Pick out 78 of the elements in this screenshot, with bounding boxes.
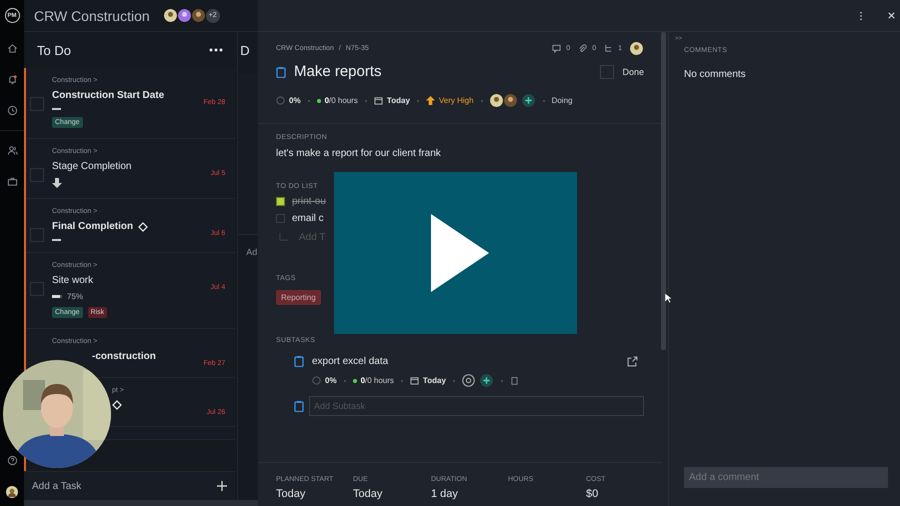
plus-icon xyxy=(217,481,228,491)
more-icon[interactable] xyxy=(209,48,224,52)
card-title: Final Completion xyxy=(52,221,134,232)
priority-value[interactable]: Very High xyxy=(438,96,474,105)
field-value[interactable]: Today xyxy=(353,488,431,500)
task-checkbox[interactable] xyxy=(30,97,44,111)
cursor-icon xyxy=(665,293,672,304)
card-title: -construction xyxy=(92,351,156,362)
comment-icon xyxy=(552,44,562,53)
assignee-avatar[interactable] xyxy=(504,94,517,107)
column-title: To Do xyxy=(37,42,71,58)
hierarchy-icon xyxy=(604,44,614,53)
status-dot xyxy=(352,378,357,382)
paperclip-icon xyxy=(578,44,588,53)
more-icon[interactable] xyxy=(859,10,863,20)
add-task-button[interactable]: Add a Task xyxy=(24,471,236,500)
close-icon[interactable] xyxy=(887,11,896,20)
column-title: D xyxy=(239,42,251,58)
progress-value[interactable]: 0% xyxy=(289,96,301,105)
hours-value[interactable]: 0/0 hours xyxy=(324,96,358,105)
todo-text[interactable]: print-ou xyxy=(292,196,326,207)
card-title: Construction Start Date xyxy=(52,90,164,101)
member-avatar[interactable] xyxy=(164,8,177,22)
elbow-icon xyxy=(279,233,288,242)
task-checkbox[interactable] xyxy=(30,282,44,296)
play-button[interactable] xyxy=(334,172,577,334)
briefcase-icon[interactable] xyxy=(6,176,18,187)
add-assignee-icon[interactable] xyxy=(522,94,535,107)
up-arrow-icon xyxy=(426,96,435,105)
dash-icon xyxy=(52,107,62,111)
down-arrow-icon xyxy=(52,178,62,188)
subtask-title[interactable]: export excel data xyxy=(312,356,388,366)
assignee-avatar[interactable] xyxy=(630,42,643,55)
progress-value[interactable]: 0% xyxy=(325,376,337,385)
progress-ring-icon xyxy=(276,96,285,105)
progress-bar xyxy=(52,295,62,298)
card-progress: 75% xyxy=(67,292,84,301)
status-dot xyxy=(316,98,321,102)
clock-icon[interactable] xyxy=(6,105,18,116)
description-text[interactable]: let's make a report for our client frank xyxy=(276,148,644,159)
add-assignee-icon[interactable] xyxy=(480,374,493,387)
dash-icon xyxy=(52,238,62,242)
project-title: CRW Construction xyxy=(34,8,150,24)
assignee-avatar[interactable] xyxy=(490,94,503,107)
todo-text[interactable]: email c xyxy=(292,213,324,224)
status-value[interactable]: Doing xyxy=(552,96,572,105)
due-value[interactable]: Today xyxy=(422,376,446,385)
calendar-icon xyxy=(410,376,419,385)
card-title: Stage Completion xyxy=(52,161,132,172)
user-icon[interactable] xyxy=(462,374,475,387)
comment-field[interactable]: Add a comment xyxy=(684,467,888,488)
task-checkbox[interactable] xyxy=(30,228,44,242)
progress-ring-icon xyxy=(312,376,321,385)
empty-message: No comments xyxy=(684,69,747,80)
field-value[interactable]: 1 day xyxy=(431,488,508,500)
add-task-button[interactable]: Ad xyxy=(238,235,258,257)
play-icon xyxy=(430,214,488,292)
people-icon[interactable] xyxy=(6,145,18,156)
task-title[interactable]: Make reports xyxy=(294,63,382,80)
calendar-icon xyxy=(374,96,383,105)
done-checkbox[interactable] xyxy=(600,64,614,78)
todo-checkbox[interactable] xyxy=(276,214,285,223)
help-icon[interactable] xyxy=(6,455,18,466)
card-title: Site work xyxy=(52,275,94,286)
external-link-icon[interactable] xyxy=(627,356,638,366)
member-avatar[interactable] xyxy=(178,8,191,22)
user-avatar[interactable] xyxy=(6,486,18,498)
done-label: Done xyxy=(622,66,644,76)
due-value[interactable]: Today xyxy=(386,96,410,105)
home-icon[interactable] xyxy=(6,43,18,54)
member-avatar[interactable] xyxy=(192,8,205,22)
bell-icon[interactable] xyxy=(6,74,18,85)
tag[interactable]: Reporting xyxy=(276,290,321,305)
todo-checkbox[interactable] xyxy=(276,197,285,206)
field-value[interactable]: Today xyxy=(276,488,353,500)
task-checkbox[interactable] xyxy=(30,168,44,182)
field-value[interactable]: $0 xyxy=(586,488,606,500)
hours-value[interactable]: 0/0 hours xyxy=(360,376,394,385)
